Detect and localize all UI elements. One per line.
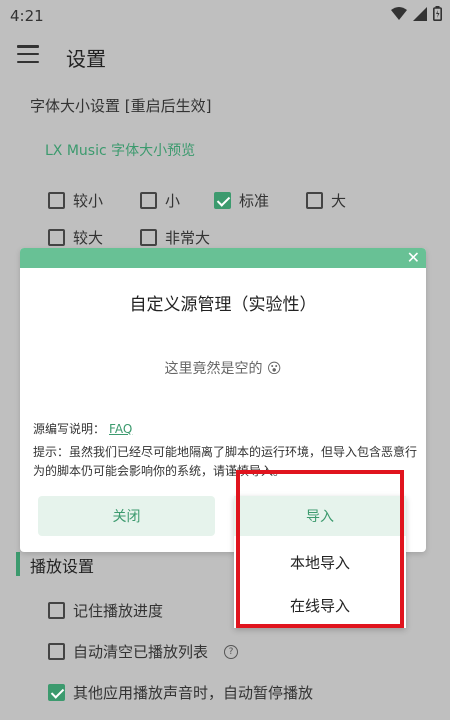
battery-icon — [433, 6, 442, 21]
font-option-small[interactable]: 小 — [140, 190, 180, 211]
font-option-standard[interactable]: 标准 — [214, 190, 269, 211]
option-label: 标准 — [239, 192, 270, 210]
option-label: 较小 — [73, 192, 104, 210]
checkbox[interactable] — [140, 229, 157, 246]
font-option-very-large[interactable]: 非常大 — [140, 227, 210, 248]
font-size-preview: LX Music 字体大小预览 — [45, 143, 196, 159]
font-option-large[interactable]: 大 — [306, 190, 346, 211]
play-option-auto-clear[interactable]: 自动清空已播放列表 ? — [48, 641, 239, 662]
signal-icon — [413, 6, 427, 21]
wifi-icon — [391, 6, 407, 20]
doc-info: 源编写说明： FAQ — [33, 420, 132, 437]
checkbox[interactable] — [48, 602, 65, 619]
checkbox[interactable] — [48, 643, 65, 660]
dialog-header-bar: ✕ — [20, 248, 426, 268]
faq-link[interactable]: FAQ — [109, 422, 132, 436]
doc-label: 源编写说明： — [33, 422, 106, 436]
option-label: 大 — [331, 192, 347, 210]
checkbox[interactable] — [140, 192, 157, 209]
option-label: 小 — [165, 192, 181, 210]
status-time: 4:21 — [10, 7, 44, 25]
font-option-smaller[interactable]: 较小 — [48, 190, 103, 211]
play-settings-title: 播放设置 — [30, 557, 95, 576]
menu-icon[interactable] — [17, 45, 39, 63]
highlight-box — [236, 470, 404, 628]
play-option-remember-progress[interactable]: 记住播放进度 — [48, 600, 163, 621]
option-label: 自动清空已播放列表 — [73, 643, 209, 661]
empty-state-text: 这里竟然是空的 😮 — [164, 361, 282, 377]
help-icon[interactable]: ? — [224, 644, 239, 659]
font-option-larger[interactable]: 较大 — [48, 227, 103, 248]
play-option-auto-pause[interactable]: 其他应用播放声音时，自动暂停播放 — [48, 682, 313, 703]
option-label: 记住播放进度 — [73, 602, 164, 620]
option-label: 非常大 — [165, 229, 211, 247]
font-size-label: 字体大小设置 [重启后生效] — [30, 97, 212, 115]
checkbox-checked[interactable] — [48, 684, 65, 701]
option-label: 其他应用播放声音时，自动暂停播放 — [73, 684, 314, 702]
section-accent-bar — [16, 552, 20, 576]
checkbox[interactable] — [48, 229, 65, 246]
status-icons — [391, 6, 442, 21]
dialog-title: 自定义源管理（实验性） — [129, 295, 317, 315]
checkbox[interactable] — [306, 192, 323, 209]
checkbox[interactable] — [48, 192, 65, 209]
close-icon[interactable]: ✕ — [407, 248, 420, 268]
page-title: 设置 — [66, 47, 106, 71]
close-button[interactable]: 关闭 — [38, 496, 215, 536]
option-label: 较大 — [73, 229, 104, 247]
checkbox-checked[interactable] — [214, 192, 231, 209]
